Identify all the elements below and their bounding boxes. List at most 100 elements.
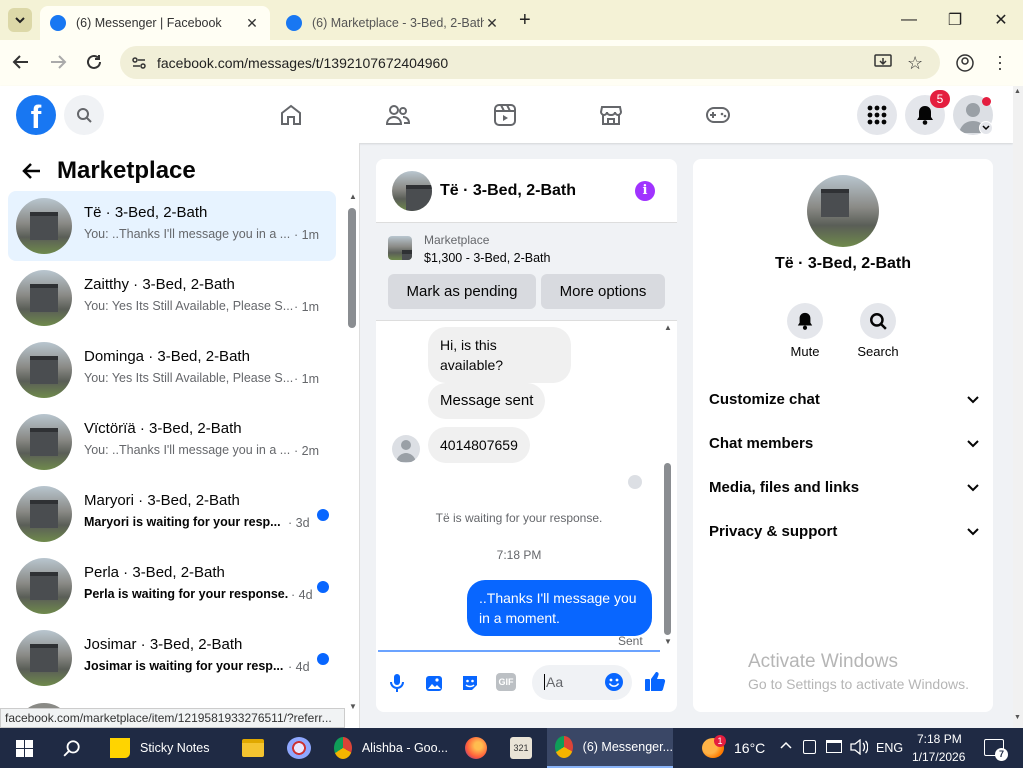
temperature[interactable]: 16°C (734, 740, 765, 756)
taskbar-label: Sticky Notes (140, 741, 210, 755)
friends-icon (385, 105, 411, 125)
close-tab-icon[interactable]: ✕ (244, 15, 260, 32)
tray-meet-icon[interactable] (803, 740, 816, 754)
nav-gaming[interactable] (705, 104, 731, 126)
media-files-links-section[interactable]: Media, files and links (709, 479, 979, 496)
site-settings-icon[interactable] (131, 55, 147, 71)
mute-button[interactable] (787, 303, 823, 339)
bookmark-star-icon[interactable]: ☆ (907, 53, 923, 74)
chat-title[interactable]: Të · 3-Bed, 2-Bath (440, 182, 576, 200)
new-tab-button[interactable]: + (519, 9, 531, 32)
nav-marketplace[interactable] (599, 103, 623, 127)
conversation-preview: You: Yes Its Still Available, Please S..… (84, 299, 294, 313)
start-button[interactable] (16, 740, 33, 757)
section-label: Privacy & support (709, 523, 838, 540)
details-title: Të · 3-Bed, 2-Bath (774, 255, 911, 272)
address-bar[interactable]: facebook.com/messages/t/1392107672404960 (120, 46, 940, 79)
account-chevron-icon[interactable] (979, 121, 993, 135)
chat-panel: Të · 3-Bed, 2-Bath i Marketplace $1,300 … (376, 159, 677, 712)
scrollbar-thumb[interactable] (348, 208, 356, 328)
taskbar-sticky-notes[interactable]: Sticky Notes (102, 728, 222, 768)
activate-windows-title: Activate Windows (748, 651, 898, 672)
gif-button[interactable]: GIF (496, 673, 516, 691)
conversation-item[interactable]: Dominga · 3-Bed, 2-Bath You: Yes Its Sti… (8, 335, 336, 405)
show-hidden-icons-chevron-icon[interactable] (780, 741, 792, 749)
network-icon[interactable] (826, 740, 842, 753)
message-input-placeholder: Aa (544, 674, 564, 690)
nav-friends[interactable] (385, 103, 411, 127)
attach-photo-button[interactable] (424, 673, 444, 693)
conversation-item[interactable]: Perla · 3-Bed, 2-Bath Perla is waiting f… (8, 551, 336, 621)
mark-as-pending-button[interactable]: Mark as pending (388, 274, 536, 309)
sender-avatar (392, 435, 420, 463)
clock-time[interactable]: 7:18 PM (917, 732, 962, 746)
browser-menu-icon[interactable]: · · · (996, 47, 1004, 77)
privacy-support-section[interactable]: Privacy & support (709, 523, 979, 540)
conversation-item[interactable]: Josimar · 3-Bed, 2-Bath Josimar is waiti… (8, 623, 336, 693)
restore-button[interactable]: ❐ (932, 0, 978, 40)
volume-icon[interactable] (850, 739, 868, 755)
conversation-info-button[interactable]: i (635, 181, 655, 201)
profile-icon[interactable] (956, 54, 974, 72)
facebook-logo-icon[interactable]: f (16, 95, 56, 135)
video-icon (494, 104, 516, 126)
mute-label: Mute (790, 344, 820, 359)
conversation-item[interactable]: Vïctörïä · 3-Bed, 2-Bath You: ..Thanks I… (8, 407, 336, 477)
incoming-message: Hi, is this available? (428, 327, 571, 383)
reload-button[interactable] (85, 53, 103, 71)
more-options-button[interactable]: More options (541, 274, 665, 309)
conversation-avatar[interactable] (807, 175, 879, 247)
listing-thumbnail[interactable] (388, 236, 412, 260)
chat-avatar[interactable] (392, 171, 432, 211)
input-language[interactable]: ENG (876, 741, 903, 755)
page-scrollbar[interactable]: ▲ ▼ (1013, 86, 1023, 728)
forward-button[interactable] (49, 53, 67, 71)
conversation-item[interactable]: Të · 3-Bed, 2-Bath You: ..Thanks I'll me… (8, 191, 336, 261)
chevron-down-icon (967, 483, 979, 491)
conversation-time: · 1m (294, 372, 319, 386)
snipping-tool-icon[interactable] (287, 737, 311, 759)
install-app-icon[interactable] (874, 54, 892, 70)
tab-messenger[interactable]: (6) Messenger | Facebook ✕ (40, 6, 270, 40)
chat-scrollbar[interactable]: ▲ ▼ (662, 323, 674, 649)
menu-button[interactable] (857, 95, 897, 135)
clock-date[interactable]: 1/17/2026 (912, 750, 965, 764)
emoji-button[interactable] (604, 672, 624, 692)
scrollbar-thumb[interactable] (664, 463, 671, 635)
calculator-app-icon[interactable]: 321 (510, 737, 532, 759)
conversation-item[interactable]: Zaitthy · 3-Bed, 2-Bath You: Yes Its Sti… (8, 263, 336, 333)
back-arrow-button[interactable] (22, 161, 42, 181)
search-in-conversation-button[interactable] (860, 303, 896, 339)
activate-windows-subtitle: Go to Settings to activate Windows. (748, 676, 969, 692)
close-window-button[interactable]: ✕ (978, 0, 1023, 40)
tab-search-button[interactable] (8, 8, 32, 32)
seen-avatar-icon (628, 475, 642, 489)
conversation-preview: You: Yes Its Still Available, Please S..… (84, 371, 294, 385)
customize-chat-section[interactable]: Customize chat (709, 391, 979, 408)
windows-logo-icon (16, 740, 33, 757)
taskbar-search-button[interactable] (63, 739, 81, 757)
listing-price[interactable]: $1,300 - 3-Bed, 2-Bath (424, 251, 550, 265)
nav-home[interactable] (279, 103, 303, 127)
back-button[interactable] (12, 53, 30, 71)
file-explorer-icon[interactable] (242, 739, 264, 757)
conversation-item[interactable]: Maryori · 3-Bed, 2-Bath Maryori is waiti… (8, 479, 336, 549)
nav-watch[interactable] (493, 103, 517, 127)
search-button[interactable] (64, 95, 104, 135)
conversation-time: · 4d (291, 588, 313, 602)
taskbar-chrome-alishba[interactable]: Alishba - Goo... (328, 728, 448, 768)
chat-members-section[interactable]: Chat members (709, 435, 979, 452)
tab-title: (6) Marketplace - 3-Bed, 2-Bath (312, 16, 484, 30)
tab-marketplace[interactable]: (6) Marketplace - 3-Bed, 2-Bath ✕ (276, 6, 510, 40)
minimize-button[interactable]: — (886, 0, 932, 40)
chevron-down-icon (967, 439, 979, 447)
firefox-icon[interactable] (465, 737, 487, 759)
incoming-message: 4014807659 (428, 427, 530, 463)
sticker-button[interactable] (460, 673, 480, 693)
conversation-list-scrollbar[interactable]: ▲ ▼ (344, 192, 358, 712)
sticky-notes-icon (110, 738, 130, 758)
like-button[interactable] (644, 670, 666, 692)
taskbar-chrome-messenger[interactable]: (6) Messenger... (547, 728, 673, 768)
close-tab-icon[interactable]: ✕ (484, 15, 500, 32)
voice-clip-button[interactable] (390, 673, 404, 693)
